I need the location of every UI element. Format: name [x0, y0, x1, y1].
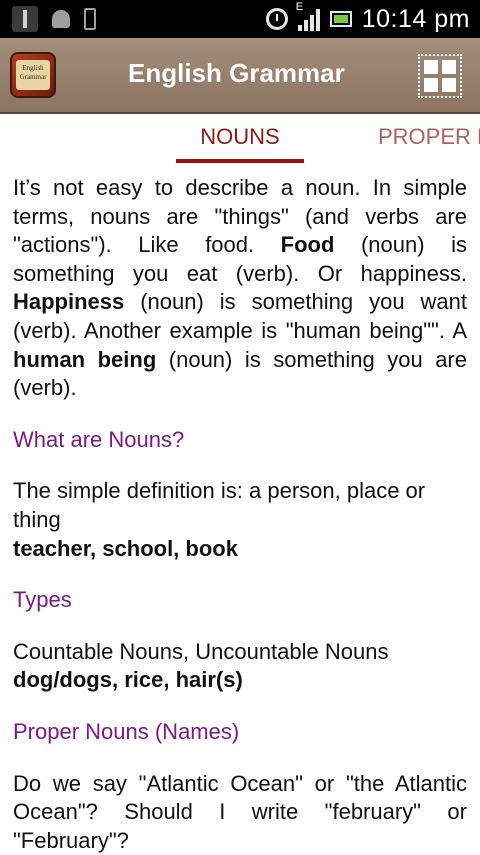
- tab-nouns[interactable]: NOUNS: [176, 124, 304, 150]
- tab-proper-nouns[interactable]: PROPER N: [378, 124, 480, 150]
- proper-nouns-text: Do we say "Atlantic Ocean" or "the Atlan…: [13, 770, 467, 855]
- examples-text: teacher, school, book: [13, 535, 467, 564]
- definition-text: The simple definition is: a person, plac…: [13, 477, 467, 534]
- tab-strip: NOUNS PROPER N: [0, 114, 480, 166]
- app-logo-icon[interactable]: English Grammar: [10, 52, 56, 98]
- android-debug-icon: [52, 10, 70, 28]
- app-logo-text: English Grammar: [16, 60, 50, 90]
- types-text: Countable Nouns, Uncountable Nouns: [13, 638, 467, 667]
- intro-paragraph: It’s not easy to describe a noun. In sim…: [13, 174, 467, 403]
- section-heading: Proper Nouns (Names): [13, 718, 467, 747]
- battery-icon: [330, 11, 352, 27]
- active-tab-indicator: [176, 159, 304, 163]
- examples-text: dog/dogs, rice, hair(s): [13, 666, 467, 695]
- usb-icon: [12, 6, 38, 32]
- alarm-icon: [266, 8, 288, 30]
- action-bar: English Grammar English Grammar: [0, 38, 480, 114]
- section-heading: What are Nouns?: [13, 426, 467, 455]
- lesson-content[interactable]: It’s not easy to describe a noun. In sim…: [13, 174, 467, 855]
- section-heading: Types: [13, 586, 467, 615]
- grid-icon: [424, 60, 438, 74]
- phone-icon: [84, 8, 96, 30]
- grid-menu-button[interactable]: [418, 54, 462, 98]
- network-type-label: E: [296, 1, 303, 13]
- status-bar: E 10:14 pm: [0, 0, 480, 38]
- signal-icon: E: [298, 7, 320, 31]
- clock: 10:14 pm: [362, 5, 470, 34]
- app-title: English Grammar: [128, 58, 345, 89]
